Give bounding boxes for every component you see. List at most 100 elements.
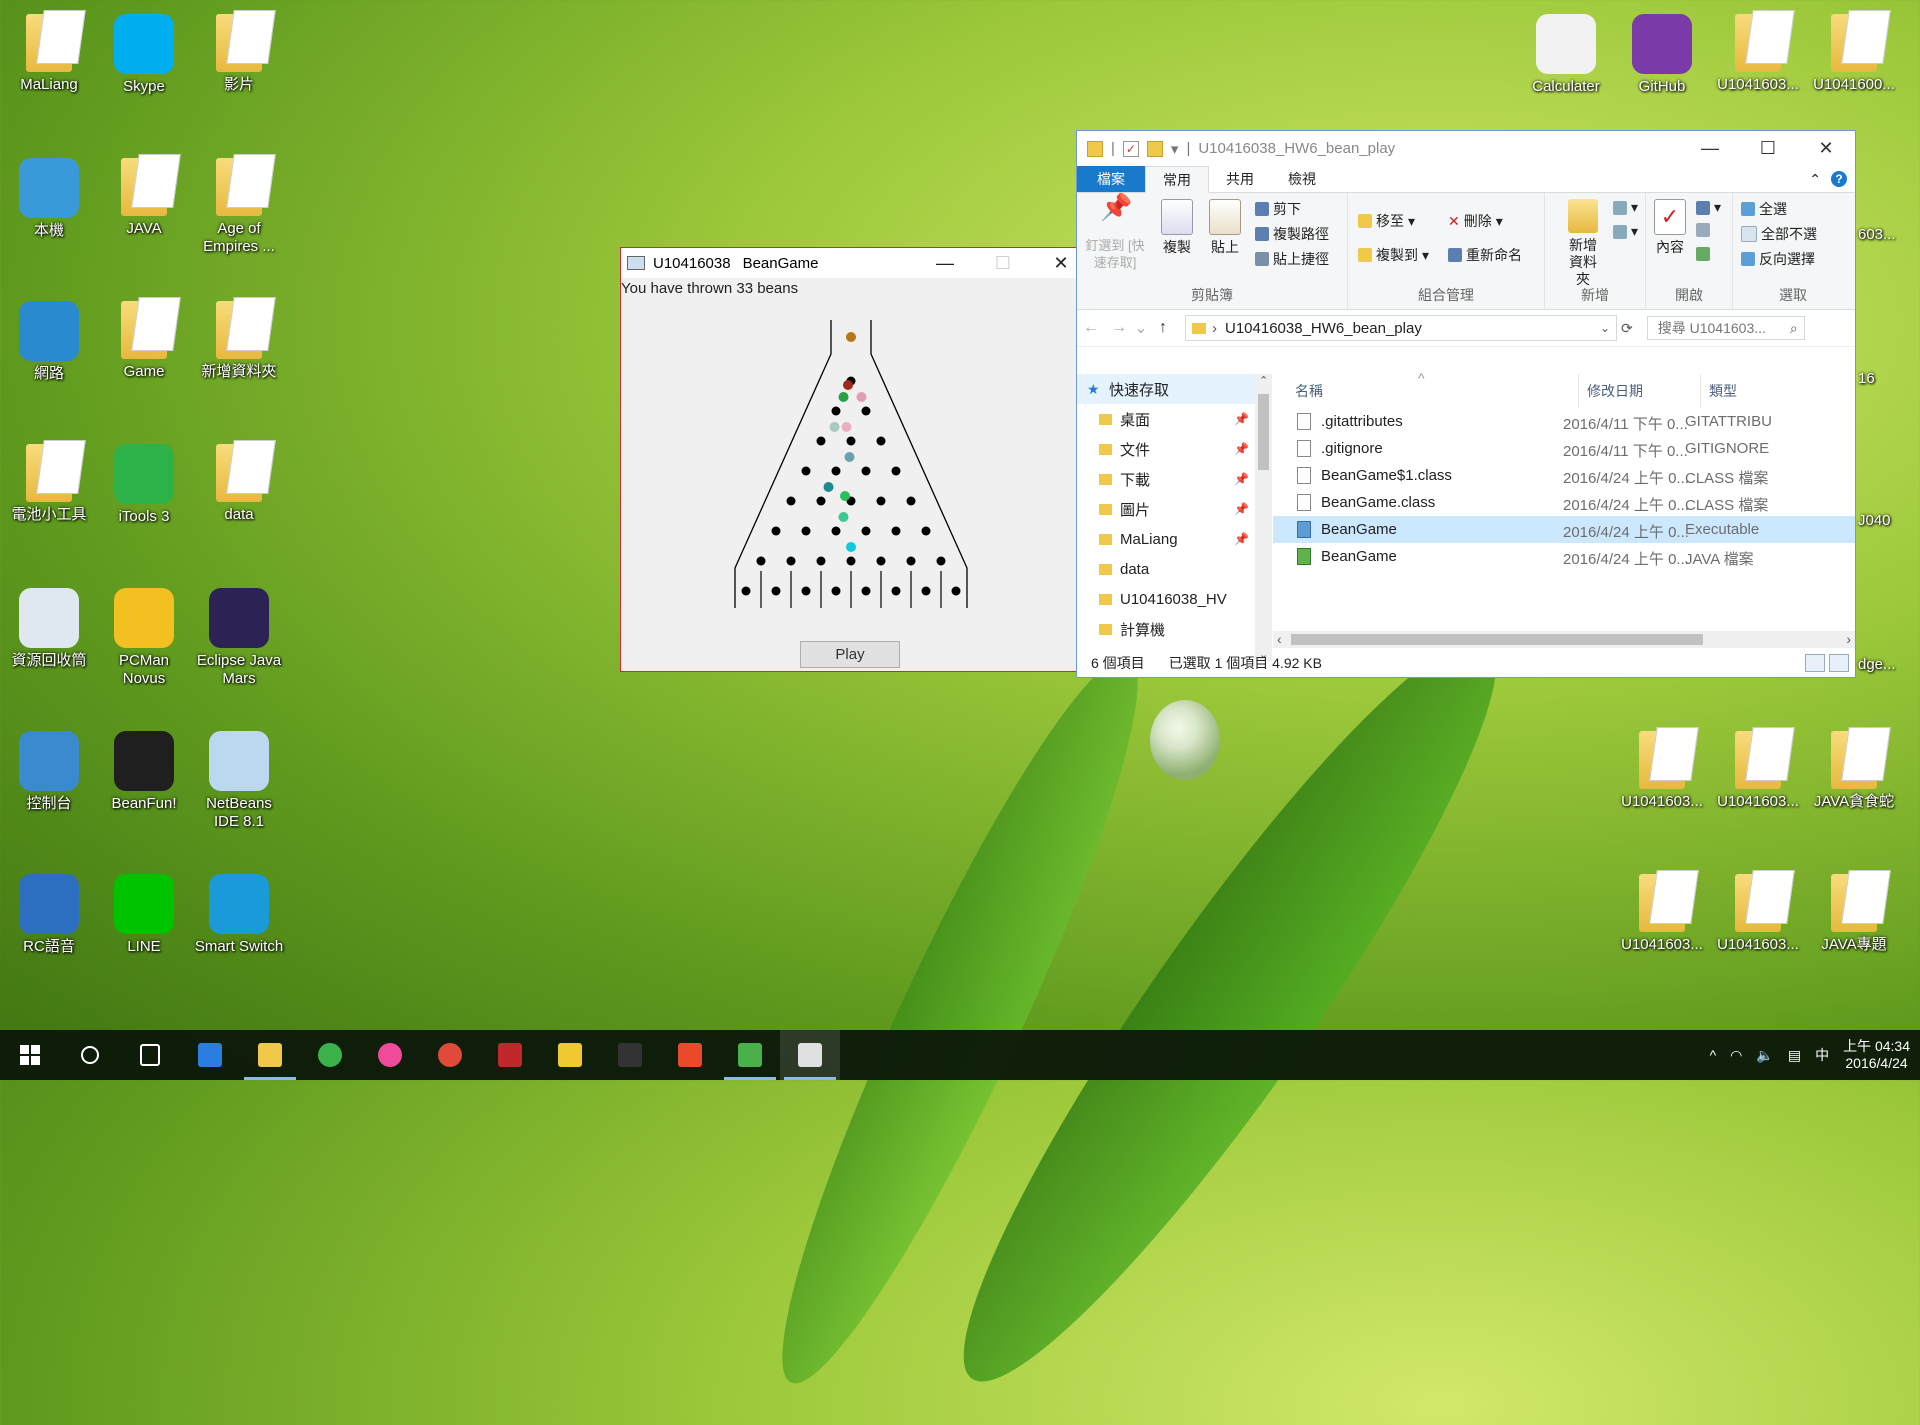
desktop-icon[interactable]: NetBeans IDE 8.1 <box>192 723 286 831</box>
desktop-icon-label[interactable]: 603... <box>1858 226 1918 244</box>
minimize-button[interactable]: — <box>1681 138 1739 159</box>
properties-button[interactable]: ✓ 內容 <box>1650 199 1690 256</box>
desktop-icon[interactable]: Game <box>97 293 191 381</box>
desktop-icon[interactable]: U1041603... <box>1711 866 1805 954</box>
desktop-icon[interactable]: PCMan Novus <box>97 580 191 688</box>
taskbar-app-button[interactable] <box>780 1030 840 1080</box>
history-button[interactable] <box>1696 247 1710 261</box>
collapse-ribbon-icon[interactable]: ⌃ <box>1809 171 1821 188</box>
open-button[interactable]: ▾ <box>1696 199 1721 216</box>
play-button[interactable]: Play <box>800 641 900 668</box>
wifi-icon[interactable]: ◠ <box>1730 1047 1742 1064</box>
new-folder-button[interactable]: 新增資料夾 <box>1553 199 1613 288</box>
tab-view[interactable]: 檢視 <box>1271 166 1333 192</box>
ime-indicator[interactable]: 中 <box>1815 1045 1829 1065</box>
tab-share[interactable]: 共用 <box>1209 166 1271 192</box>
column-name[interactable]: 名稱 ^ <box>1273 370 1579 408</box>
desktop-icon[interactable]: 電池小工具 <box>2 436 96 524</box>
quick-access-dropdown-icon[interactable]: ▾ <box>1171 140 1179 158</box>
desktop-icon[interactable]: 新增資料夾 <box>192 293 286 381</box>
scroll-left-icon[interactable]: ‹ <box>1277 631 1282 647</box>
help-icon[interactable]: ? <box>1831 171 1847 187</box>
nav-scrollbar-thumb[interactable] <box>1258 394 1269 470</box>
file-row[interactable]: BeanGame.class 2016/4/24 上午 0... CLASS 檔案 <box>1273 489 1855 516</box>
desktop-icon[interactable]: Smart Switch <box>192 866 286 956</box>
volume-icon[interactable]: 🔈 <box>1756 1047 1773 1064</box>
large-icons-view-button[interactable] <box>1829 654 1849 672</box>
horizontal-scrollbar-thumb[interactable] <box>1291 634 1703 645</box>
file-row[interactable]: BeanGame 2016/4/24 上午 0... JAVA 檔案 <box>1273 543 1855 570</box>
desktop-icon[interactable]: 網路 <box>2 293 96 383</box>
copy-button[interactable]: 複製 <box>1157 199 1197 256</box>
close-button[interactable]: ✕ <box>1797 138 1855 159</box>
desktop-icon[interactable]: 本機 <box>2 150 96 240</box>
recent-locations-button[interactable]: ⌄ <box>1133 318 1149 338</box>
forward-button[interactable]: → <box>1105 319 1133 337</box>
desktop-icon[interactable]: Age of Empires ... <box>192 150 286 256</box>
select-none-button[interactable]: 全部不選 <box>1741 224 1817 244</box>
minimize-button[interactable]: — <box>916 248 974 278</box>
taskbar-app-button[interactable] <box>180 1030 240 1080</box>
taskbar-app-button[interactable] <box>600 1030 660 1080</box>
move-to-button[interactable]: 移至 ▾ <box>1358 211 1415 231</box>
copy-path-button[interactable]: 複製路徑 <box>1255 224 1329 244</box>
desktop-icon[interactable]: U1041603... <box>1615 723 1709 811</box>
taskbar-app-button[interactable] <box>540 1030 600 1080</box>
nav-item[interactable]: U10416038_HV <box>1077 584 1255 614</box>
desktop-icon[interactable]: MaLiang <box>2 6 96 94</box>
taskbar-app-button[interactable] <box>660 1030 720 1080</box>
file-row[interactable]: .gitattributes 2016/4/11 下午 0... GITATTRIB… <box>1273 408 1855 435</box>
nav-item[interactable]: 圖片 📌 <box>1077 494 1255 524</box>
desktop-icon-label[interactable]: J040 <box>1858 512 1918 530</box>
horizontal-scrollbar[interactable]: ‹ › <box>1273 631 1855 648</box>
up-button[interactable]: ↑ <box>1149 319 1177 337</box>
taskbar-app-button[interactable] <box>360 1030 420 1080</box>
desktop-icon[interactable]: Skype <box>97 6 191 96</box>
notification-icon[interactable]: ▤ <box>1788 1047 1801 1064</box>
invert-selection-button[interactable]: 反向選擇 <box>1741 249 1815 269</box>
nav-scrollbar[interactable]: ⌃ ⌄ <box>1255 374 1272 661</box>
nav-item[interactable]: data <box>1077 554 1255 584</box>
desktop-icon-label[interactable]: dge... <box>1858 656 1918 674</box>
taskbar-app-button[interactable] <box>420 1030 480 1080</box>
address-bar[interactable]: › U10416038_HW6_bean_play ⌄ <box>1185 315 1617 341</box>
file-row[interactable]: BeanGame$1.class 2016/4/24 上午 0... CLASS 檔… <box>1273 462 1855 489</box>
search-input[interactable]: 搜尋 U1041603... ⌕ <box>1646 316 1805 340</box>
file-explorer-window[interactable]: | ✓ ▾ | U10416038_HW6_bean_play — ☐ ✕ 檔案… <box>1076 130 1856 678</box>
scroll-right-icon[interactable]: › <box>1846 631 1851 647</box>
column-type[interactable]: 類型 <box>1701 374 1861 408</box>
delete-button[interactable]: ✕ 刪除 ▾ <box>1448 211 1503 231</box>
nav-item[interactable]: ★ 快速存取 <box>1077 374 1255 404</box>
taskbar-app-button[interactable] <box>300 1030 360 1080</box>
desktop-icon[interactable]: U1041600... <box>1807 6 1901 94</box>
explorer-titlebar[interactable]: | ✓ ▾ | U10416038_HW6_bean_play — ☐ ✕ <box>1077 131 1855 166</box>
address-dropdown-icon[interactable]: ⌄ <box>1600 321 1610 335</box>
desktop-icon[interactable]: JAVA貪食蛇 <box>1807 723 1901 811</box>
desktop-icon[interactable]: 控制台 <box>2 723 96 813</box>
nav-item[interactable]: 下載 📌 <box>1077 464 1255 494</box>
refresh-icon[interactable]: ⟳ <box>1621 320 1633 337</box>
nav-item[interactable]: 計算機 <box>1077 614 1255 644</box>
desktop-icon[interactable]: JAVA <box>97 150 191 238</box>
nav-item[interactable]: MaLiang 📌 <box>1077 524 1255 554</box>
desktop-icon[interactable]: U1041603... <box>1711 6 1805 94</box>
properties-quick-icon[interactable]: ✓ <box>1122 140 1139 157</box>
back-button[interactable]: ← <box>1077 319 1105 337</box>
show-hidden-icons-icon[interactable]: ^ <box>1710 1047 1717 1063</box>
new-item-button[interactable]: ▾ <box>1613 199 1638 216</box>
bean-game-titlebar[interactable]: U10416038 BeanGame — ☐ ✕ <box>621 248 1090 278</box>
desktop-icon[interactable]: 資源回收筒 <box>2 580 96 670</box>
column-date[interactable]: 修改日期 <box>1579 374 1701 408</box>
nav-item[interactable]: 桌面 📌 <box>1077 404 1255 434</box>
desktop-icon[interactable]: U1041603... <box>1711 723 1805 811</box>
desktop-icon[interactable]: RC語音 <box>2 866 96 956</box>
select-all-button[interactable]: 全選 <box>1741 199 1787 219</box>
taskbar-app-button[interactable] <box>120 1030 180 1080</box>
tab-file[interactable]: 檔案 <box>1077 166 1145 192</box>
cut-button[interactable]: 剪下 <box>1255 199 1301 219</box>
start-button[interactable] <box>0 1030 60 1080</box>
clock[interactable]: 上午 04:34 2016/4/24 <box>1843 1038 1910 1072</box>
paste-button[interactable]: 貼上 <box>1205 199 1245 256</box>
file-row[interactable]: BeanGame 2016/4/24 上午 0... Executable <box>1273 516 1855 543</box>
taskbar-app-button[interactable] <box>480 1030 540 1080</box>
